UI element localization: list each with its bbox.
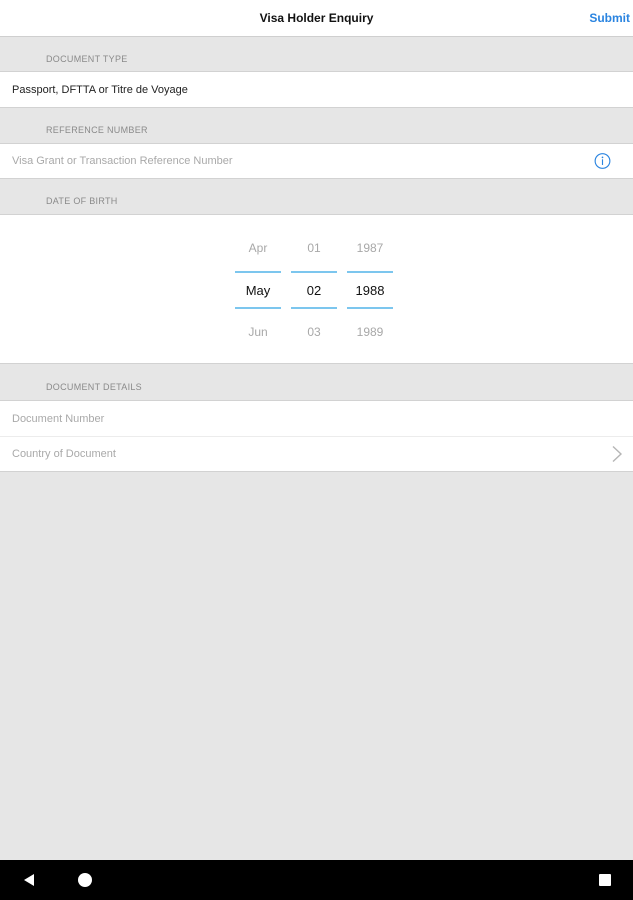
home-icon[interactable] <box>78 873 92 887</box>
info-icon[interactable] <box>594 153 611 170</box>
year-prev[interactable]: 1987 <box>347 241 393 255</box>
section-header-date-of-birth: DATE OF BIRTH <box>0 179 633 214</box>
chevron-right-icon <box>612 445 623 463</box>
month-prev[interactable]: Apr <box>235 241 281 255</box>
day-selected[interactable]: 02 <box>291 283 337 298</box>
day-picker[interactable]: 01 02 03 <box>291 215 337 365</box>
section-header-document-details: DOCUMENT DETAILS <box>0 364 633 400</box>
section-label-document-type: DOCUMENT TYPE <box>46 54 128 64</box>
document-type-value: Passport, DFTTA or Titre de Voyage <box>12 83 188 96</box>
month-picker[interactable]: Apr May Jun <box>235 215 281 365</box>
recents-icon[interactable] <box>599 874 611 886</box>
picker-divider <box>291 307 337 309</box>
country-of-document-selector[interactable]: Country of Document <box>0 437 633 472</box>
month-selected[interactable]: May <box>235 283 281 298</box>
year-selected[interactable]: 1988 <box>347 283 393 298</box>
system-navigation-bar <box>0 860 633 900</box>
picker-divider <box>235 271 281 273</box>
reference-number-placeholder: Visa Grant or Transaction Reference Numb… <box>12 155 233 167</box>
day-prev[interactable]: 01 <box>291 241 337 255</box>
year-picker[interactable]: 1987 1988 1989 <box>347 215 393 365</box>
date-of-birth-picker: Apr May Jun 01 02 03 1987 1988 1989 <box>0 214 633 364</box>
section-header-document-type: DOCUMENT TYPE <box>0 38 633 72</box>
country-of-document-placeholder: Country of Document <box>12 448 116 460</box>
document-type-selector[interactable]: Passport, DFTTA or Titre de Voyage <box>0 71 633 108</box>
reference-number-field[interactable]: Visa Grant or Transaction Reference Numb… <box>0 143 633 179</box>
submit-button[interactable]: Submit <box>589 11 630 25</box>
section-label-date-of-birth: DATE OF BIRTH <box>46 196 118 206</box>
document-number-field[interactable]: Document Number <box>0 400 633 437</box>
back-icon[interactable] <box>22 873 36 887</box>
picker-divider <box>235 307 281 309</box>
picker-divider <box>291 271 337 273</box>
picker-divider <box>347 307 393 309</box>
section-label-reference-number: REFERENCE NUMBER <box>46 125 148 135</box>
section-header-reference-number: REFERENCE NUMBER <box>0 108 633 143</box>
month-next[interactable]: Jun <box>235 325 281 339</box>
day-next[interactable]: 03 <box>291 325 337 339</box>
year-next[interactable]: 1989 <box>347 325 393 339</box>
picker-divider <box>347 271 393 273</box>
section-label-document-details: DOCUMENT DETAILS <box>46 382 142 392</box>
top-bar: Visa Holder Enquiry Submit <box>0 0 633 37</box>
page-title: Visa Holder Enquiry <box>259 11 374 25</box>
document-number-placeholder: Document Number <box>12 413 105 425</box>
